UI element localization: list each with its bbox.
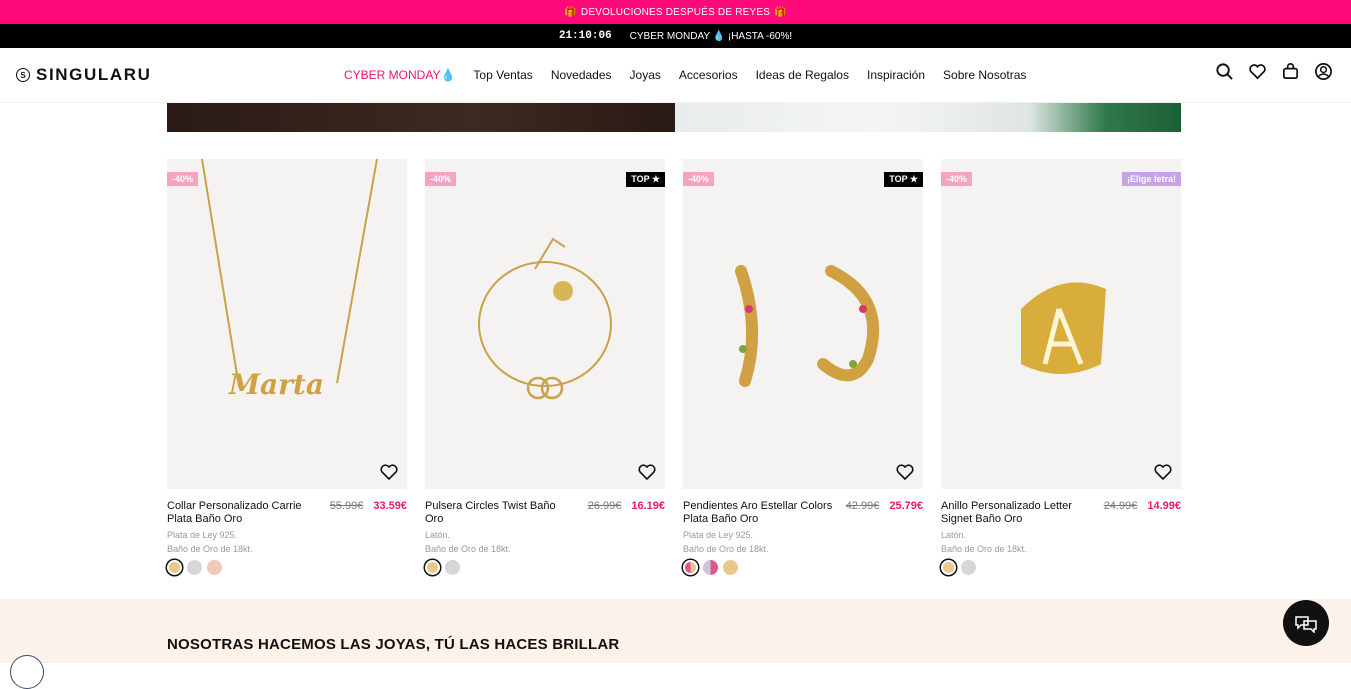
favorite-heart-icon[interactable] xyxy=(895,462,915,482)
color-swatches xyxy=(683,560,923,575)
discount-badge: -40% xyxy=(425,172,457,186)
main-nav: CYBER MONDAY💧 Top Ventas Novedades Joyas… xyxy=(344,68,1026,82)
product-image[interactable]: -40% ¡Elige letra! xyxy=(941,159,1181,489)
earrings-image xyxy=(735,265,880,387)
color-swatches xyxy=(425,560,665,575)
nav-item-ideas-regalos[interactable]: Ideas de Regalos xyxy=(756,68,849,82)
top-badge: TOP ★ xyxy=(884,172,923,187)
site-header: S SINGULARU CYBER MONDAY💧 Top Ventas Nov… xyxy=(0,48,1351,103)
hero-banner[interactable] xyxy=(167,103,1181,132)
nav-item-cyber-monday[interactable]: CYBER MONDAY💧 xyxy=(344,68,455,82)
product-image[interactable]: -40% TOP ★ xyxy=(683,159,923,489)
choose-letter-badge: ¡Elige letra! xyxy=(1121,172,1181,186)
discount-badge: -40% xyxy=(683,172,715,186)
sale-price: 25.79€ xyxy=(889,500,923,512)
top-badge: TOP ★ xyxy=(626,172,665,187)
countdown-text: CYBER MONDAY 💧 ¡HASTA -60%! xyxy=(629,30,793,42)
swatch-gold[interactable] xyxy=(167,560,182,575)
header-actions xyxy=(1215,62,1333,81)
product-name[interactable]: Anillo Personalizado Letter Signet Baño … xyxy=(941,500,1091,526)
product-card[interactable]: -40% ¡Elige letra! Anillo Personalizado … xyxy=(941,159,1181,575)
swatch-rose[interactable] xyxy=(207,560,222,575)
promo-bar[interactable]: 🎁 DEVOLUCIONES DESPUÉS DE REYES 🎁 xyxy=(0,0,1351,24)
logo-text: SINGULARU xyxy=(36,65,152,84)
old-price: 24.99€ xyxy=(1103,500,1138,512)
discount-badge: -40% xyxy=(167,172,199,186)
swatch-silver[interactable] xyxy=(961,560,976,575)
discount-badge: -40% xyxy=(941,172,973,186)
nav-item-sobre-nosotras[interactable]: Sobre Nosotras xyxy=(943,68,1026,82)
svg-text:Marta: Marta xyxy=(228,368,324,401)
ring-image xyxy=(1021,282,1106,374)
swatch-gold[interactable] xyxy=(723,560,738,575)
product-grid: Marta -40% Collar Personalizado Carrie P… xyxy=(167,159,1181,575)
product-plating: Baño de Oro de 18kt. xyxy=(167,544,253,554)
favorite-heart-icon[interactable] xyxy=(637,462,657,482)
promo-text: DEVOLUCIONES DESPUÉS DE REYES xyxy=(580,6,771,18)
heart-icon[interactable] xyxy=(1248,62,1267,81)
product-plating: Baño de Oro de 18kt. xyxy=(941,544,1027,554)
product-material: Plata de Ley 925. xyxy=(167,530,238,540)
nav-item-joyas[interactable]: Joyas xyxy=(630,68,661,82)
swatch-silver[interactable] xyxy=(445,560,460,575)
product-card[interactable]: -40% TOP ★ Pendientes Aro Estellar Color… xyxy=(683,159,923,575)
brand-statement-section: NOSOTRAS HACEMOS LAS JOYAS, TÚ LAS HACES… xyxy=(0,599,1351,663)
sale-price: 33.59€ xyxy=(373,500,407,512)
old-price: 26.99€ xyxy=(587,500,622,512)
product-name[interactable]: Pulsera Circles Twist Baño Oro xyxy=(425,500,575,526)
hero-image-right xyxy=(675,103,1181,132)
chat-icon xyxy=(1295,616,1317,633)
nav-item-novedades[interactable]: Novedades xyxy=(551,68,612,82)
product-image[interactable]: Marta -40% xyxy=(167,159,407,489)
nav-item-inspiracion[interactable]: Inspiración xyxy=(867,68,925,82)
old-price: 55.99€ xyxy=(329,500,364,512)
bag-icon[interactable] xyxy=(1281,62,1300,81)
product-name[interactable]: Pendientes Aro Estellar Colors Plata Bañ… xyxy=(683,500,833,526)
necklace-image: Marta xyxy=(201,159,378,401)
countdown-timer: 21:10:06 xyxy=(558,30,612,42)
product-image[interactable]: -40% TOP ★ xyxy=(425,159,665,489)
logo-mark: S xyxy=(16,68,30,82)
product-material: Plata de Ley 925. xyxy=(683,530,754,540)
bracelet-image xyxy=(478,237,612,400)
color-swatches xyxy=(941,560,1181,575)
product-plating: Baño de Oro de 18kt. xyxy=(683,544,769,554)
product-material: Latón. xyxy=(941,530,967,540)
nav-item-accesorios[interactable]: Accesorios xyxy=(679,68,738,82)
swatch-gold[interactable] xyxy=(425,560,440,575)
color-swatches xyxy=(167,560,407,575)
swatch-colors[interactable] xyxy=(683,560,698,575)
drop-icon: 💧 xyxy=(440,68,456,82)
search-icon[interactable] xyxy=(1215,62,1234,81)
gift-icon: 🎁 xyxy=(774,6,787,18)
hero-image-left xyxy=(167,103,675,132)
favorite-heart-icon[interactable] xyxy=(379,462,399,482)
swatch-gold[interactable] xyxy=(941,560,956,575)
swatch-pink-mix[interactable] xyxy=(703,560,718,575)
product-plating: Baño de Oro de 18kt. xyxy=(425,544,511,554)
sale-price: 16.19€ xyxy=(631,500,665,512)
site-logo[interactable]: S SINGULARU xyxy=(16,65,151,85)
product-material: Latón. xyxy=(425,530,451,540)
old-price: 42.99€ xyxy=(845,500,880,512)
sale-price: 14.99€ xyxy=(1147,500,1181,512)
gift-icon: 🎁 xyxy=(564,6,577,18)
accessibility-badge-icon[interactable] xyxy=(10,655,44,689)
product-card[interactable]: -40% TOP ★ Pulsera Circles Twist Baño Or… xyxy=(425,159,665,575)
chat-button[interactable] xyxy=(1283,600,1329,646)
favorite-heart-icon[interactable] xyxy=(1153,462,1173,482)
product-card[interactable]: Marta -40% Collar Personalizado Carrie P… xyxy=(167,159,407,575)
countdown-bar[interactable]: 21:10:06 CYBER MONDAY 💧 ¡HASTA -60%! xyxy=(0,24,1351,48)
nav-item-top-ventas[interactable]: Top Ventas xyxy=(473,68,532,82)
section-title: NOSOTRAS HACEMOS LAS JOYAS, TÚ LAS HACES… xyxy=(167,636,620,653)
swatch-silver[interactable] xyxy=(187,560,202,575)
product-name[interactable]: Collar Personalizado Carrie Plata Baño O… xyxy=(167,500,317,526)
user-icon[interactable] xyxy=(1314,62,1333,81)
